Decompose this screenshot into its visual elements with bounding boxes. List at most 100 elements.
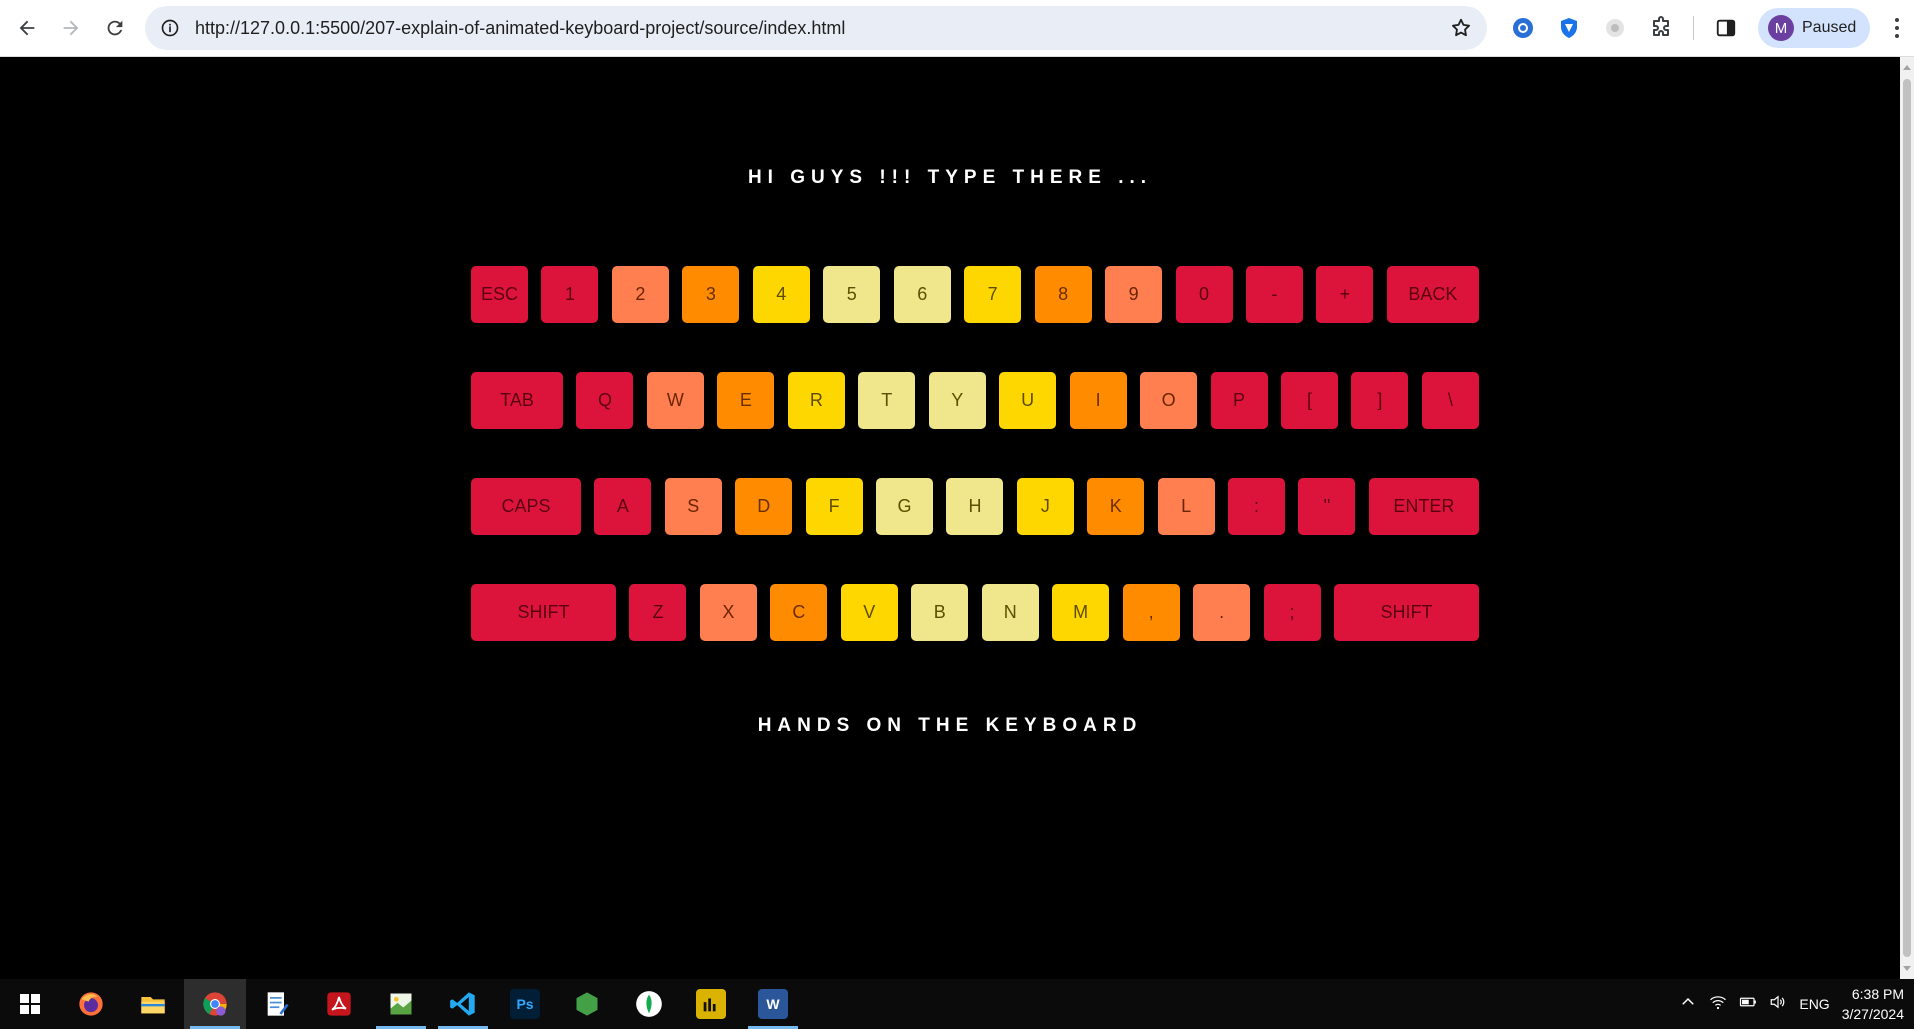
key-q[interactable]: Q [576,372,634,429]
scroll-up-arrow-icon[interactable] [1903,65,1911,70]
page-scrollbar[interactable] [1900,57,1914,979]
taskbar-mongodb-compass-button[interactable] [618,979,680,1029]
key-esc[interactable]: ESC [471,266,528,323]
system-tray: ENG 6:38 PM 3/27/2024 [1679,984,1914,1024]
key-p[interactable]: P [1210,372,1268,429]
key-shift[interactable]: SHIFT [471,584,616,641]
key-i[interactable]: I [1069,372,1127,429]
taskbar-word-button[interactable]: W [742,979,804,1029]
wifi-icon[interactable] [1709,993,1727,1016]
key-d[interactable]: D [735,478,793,535]
key-t[interactable]: T [858,372,916,429]
taskbar-vscode-button[interactable] [432,979,494,1029]
key-v[interactable]: V [840,584,898,641]
reload-button[interactable] [93,6,137,50]
forward-button[interactable] [49,6,93,50]
key-symbol[interactable]: ; [1263,584,1321,641]
key-back[interactable]: BACK [1386,266,1479,323]
key-g[interactable]: G [876,478,934,535]
browser-menu-icon[interactable] [1882,8,1912,48]
taskbar-chrome-button[interactable] [184,979,246,1029]
key-symbol[interactable]: ] [1351,372,1409,429]
key-h[interactable]: H [946,478,1004,535]
file-explorer-icon [138,989,168,1019]
shield-extension-icon[interactable] [1551,10,1587,46]
key-symbol[interactable]: , [1122,584,1180,641]
side-panel-icon[interactable] [1708,10,1744,46]
reload-icon [107,20,123,36]
taskbar-windows-start-button[interactable] [0,979,60,1029]
key-j[interactable]: J [1016,478,1074,535]
battery-icon[interactable] [1739,993,1757,1016]
key-3[interactable]: 3 [682,266,740,323]
arrow-right-icon [63,20,79,36]
key-symbol[interactable]: . [1193,584,1251,641]
key-8[interactable]: 8 [1034,266,1092,323]
chevron-up-icon[interactable] [1679,993,1697,1016]
key-o[interactable]: O [1140,372,1198,429]
photoshop-icon: Ps [510,989,540,1019]
taskbar-file-explorer-button[interactable] [122,979,184,1029]
key-9[interactable]: 9 [1105,266,1163,323]
arrow-left-icon [19,20,35,36]
key-5[interactable]: 5 [823,266,881,323]
extension-blue-icon[interactable] [1505,10,1541,46]
key-b[interactable]: B [911,584,969,641]
key-c[interactable]: C [770,584,828,641]
keyboard-row: ESC 1 2 3 4 5 6 7 8 9 0- + BACK [471,266,1479,323]
url-text[interactable]: http://127.0.0.1:5500/207-explain-of-ani… [195,18,1449,39]
site-info-icon[interactable] [159,17,181,39]
key-4[interactable]: 4 [752,266,810,323]
extensions-puzzle-icon[interactable] [1643,10,1679,46]
taskbar-photoshop-button[interactable]: Ps [494,979,556,1029]
key-x[interactable]: X [699,584,757,641]
page-heading: HI GUYS !!! TYPE THERE ... [747,167,1153,188]
key-z[interactable]: Z [629,584,687,641]
volume-icon[interactable] [1769,993,1787,1016]
key-symbol[interactable]: \ [1421,372,1479,429]
mongodb-compass-icon [634,989,664,1019]
key-tab[interactable]: TAB [471,372,563,429]
key-enter[interactable]: ENTER [1368,478,1479,535]
clock[interactable]: 6:38 PM 3/27/2024 [1842,984,1904,1024]
back-button[interactable] [5,6,49,50]
key-symbol[interactable]: + [1316,266,1374,323]
key-1[interactable]: 1 [541,266,599,323]
taskbar-nodejs-button[interactable] [556,979,618,1029]
key-w[interactable]: W [646,372,704,429]
key-a[interactable]: A [594,478,652,535]
key-r[interactable]: R [787,372,845,429]
taskbar-paint-button[interactable] [370,979,432,1029]
address-bar[interactable]: http://127.0.0.1:5500/207-explain-of-ani… [145,6,1487,50]
key-caps[interactable]: CAPS [471,478,581,535]
profile-button[interactable]: M Paused [1758,8,1871,48]
key-symbol[interactable]: [ [1280,372,1338,429]
key-shift[interactable]: SHIFT [1333,584,1479,641]
taskbar-acrobat-button[interactable] [308,979,370,1029]
key-symbol[interactable]: : [1228,478,1286,535]
key-n[interactable]: N [981,584,1039,641]
toolbar-divider [1693,16,1694,40]
taskbar-power-bi-button[interactable] [680,979,742,1029]
key-6[interactable]: 6 [893,266,951,323]
key-0[interactable]: 0 [1175,266,1233,323]
scrollbar-thumb[interactable] [1903,79,1911,957]
bookmark-star-icon[interactable] [1449,16,1473,40]
key-2[interactable]: 2 [611,266,669,323]
key-symbol[interactable]: '' [1298,478,1356,535]
key-e[interactable]: E [717,372,775,429]
key-symbol[interactable]: - [1245,266,1303,323]
taskbar-notepad-button[interactable] [246,979,308,1029]
language-indicator[interactable]: ENG [1799,996,1829,1012]
taskbar-firefox-button[interactable] [60,979,122,1029]
gray-extension-icon[interactable] [1597,10,1633,46]
key-m[interactable]: M [1052,584,1110,641]
key-k[interactable]: K [1087,478,1145,535]
key-y[interactable]: Y [928,372,986,429]
key-l[interactable]: L [1157,478,1215,535]
key-s[interactable]: S [664,478,722,535]
key-7[interactable]: 7 [964,266,1022,323]
key-f[interactable]: F [805,478,863,535]
key-u[interactable]: U [999,372,1057,429]
scroll-down-arrow-icon[interactable] [1903,966,1911,971]
